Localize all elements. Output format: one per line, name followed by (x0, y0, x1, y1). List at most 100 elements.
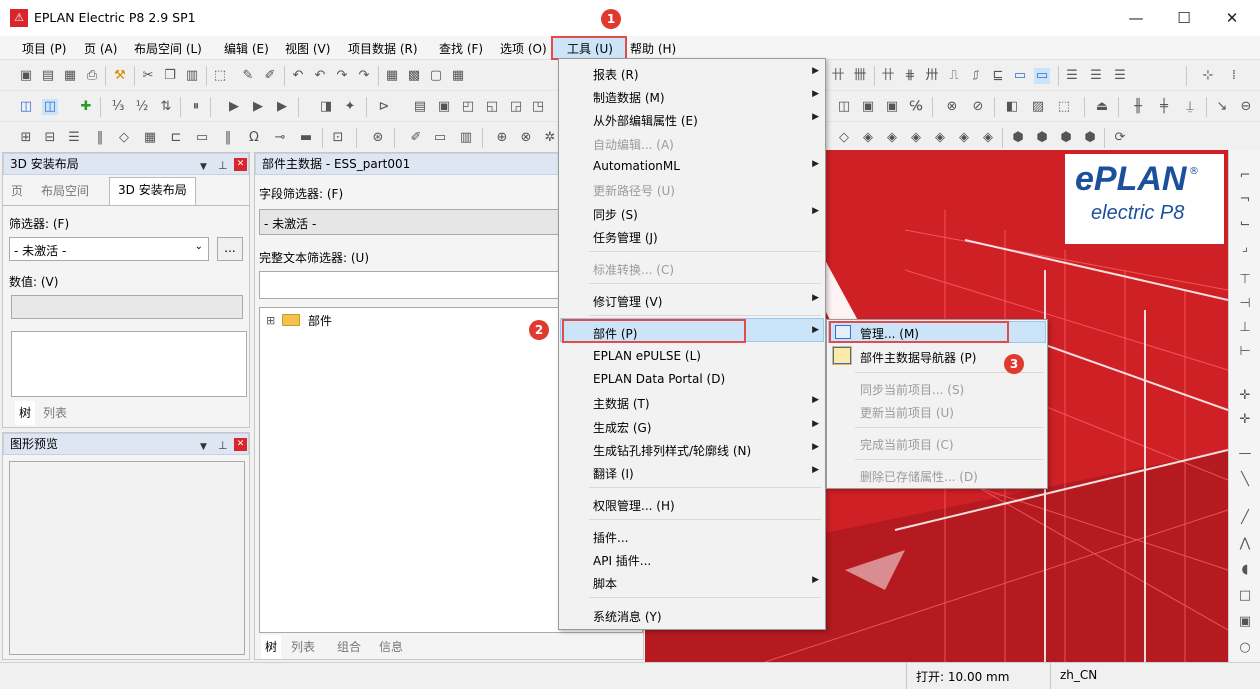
menu-item-reports[interactable]: 报表 (R) ▶ (559, 62, 825, 84)
pdf-icon[interactable]: ▭ (1012, 68, 1028, 84)
menu-item-drilling-patterns[interactable]: 生成钻孔排列样式/轮廓线 (N) ▶ (559, 438, 825, 460)
cube7-icon[interactable]: ◈ (980, 130, 996, 146)
text-icon[interactable]: ☰ (1064, 68, 1080, 84)
rect2-icon[interactable]: ▣ (1237, 614, 1253, 630)
contact-icon[interactable]: ⏸ (188, 99, 204, 115)
macro2-icon[interactable]: ▣ (436, 99, 452, 115)
busbar2-icon[interactable]: 卌 (852, 68, 868, 84)
cube4-icon[interactable]: ◈ (908, 130, 924, 146)
cube6-icon[interactable]: ◈ (956, 130, 972, 146)
parts-nav-icon[interactable]: ◫ (42, 99, 58, 115)
submenu-item-sync-project[interactable]: 同步当前项目... (S) (827, 377, 1047, 399)
cable2-icon[interactable]: ⊛ (370, 130, 386, 146)
menu-project[interactable]: 项目 (P) (22, 40, 66, 57)
menu-tools[interactable]: 工具 (U) (567, 40, 613, 57)
cross2-icon[interactable]: ✛ (1237, 412, 1253, 428)
symbol6-icon[interactable]: ▦ (142, 130, 158, 146)
cable3-icon[interactable]: ✐ (408, 130, 424, 146)
hatch-icon[interactable]: ▨ (1030, 99, 1046, 115)
snap2-icon[interactable]: ⁞ (1226, 68, 1242, 84)
tab-tree[interactable]: 树 (15, 401, 36, 425)
tab-page[interactable]: 页 (11, 179, 23, 203)
copy-icon[interactable]: ❐ (162, 68, 178, 84)
wire-icon[interactable]: ╫ (1130, 99, 1146, 115)
menu-layout-space[interactable]: 布局空间 (L) (134, 40, 202, 57)
rect-icon[interactable]: □ (1237, 588, 1253, 604)
puzzle-icon[interactable]: ✚ (78, 99, 94, 115)
tree-item-parts[interactable]: 部件 (308, 312, 332, 329)
submenu-item-manage[interactable]: 管理... (M) (827, 321, 1047, 343)
arc-icon[interactable]: ◖ (1237, 562, 1253, 578)
hex-icon[interactable]: ⬢ (1010, 130, 1026, 146)
line3-icon[interactable]: — (1237, 446, 1253, 462)
plug-icon[interactable]: ⎍ (946, 68, 962, 84)
cable8-icon[interactable]: ✲ (542, 130, 558, 146)
macro3-icon[interactable]: ◰ (460, 99, 476, 115)
resistor-icon[interactable]: Ω (246, 130, 262, 146)
panel-close-icon[interactable]: ✕ (234, 438, 247, 451)
submenu-item-update-project[interactable]: 更新当前项目 (U) (827, 400, 1047, 422)
hex3-icon[interactable]: ⬢ (1058, 130, 1074, 146)
menu-item-scripts[interactable]: 脚本 ▶ (559, 571, 825, 593)
diagonal-icon[interactable]: ╲ (1237, 472, 1253, 488)
cable6-icon[interactable]: ⊕ (494, 130, 510, 146)
link-icon[interactable]: ⊗ (944, 99, 960, 115)
menu-edit[interactable]: 编辑 (E) (224, 40, 269, 57)
menu-page[interactable]: 页 (A) (84, 40, 117, 57)
symbol8-icon[interactable]: ▭ (194, 130, 210, 146)
panel-dropdown-icon[interactable]: ▼ (200, 437, 207, 457)
menu-item-master-data[interactable]: 主数据 (T) ▶ (559, 391, 825, 413)
page-icon[interactable]: ▦ (62, 68, 78, 84)
menu-item-standard-conversion[interactable]: 标准转换... (C) (559, 257, 825, 279)
symbol7-icon[interactable]: ⊏ (168, 130, 184, 146)
menu-item-sync[interactable]: 同步 (S) ▶ (559, 202, 825, 224)
menu-item-automationml[interactable]: AutomationML ▶ (559, 155, 825, 177)
fulltext-filter-input[interactable] (259, 271, 559, 299)
minimize-button[interactable]: — (1116, 6, 1156, 30)
expand-icon[interactable]: ⊞ (266, 314, 275, 327)
pin-icon[interactable]: ⊥ (218, 436, 228, 456)
cube-icon[interactable]: ◇ (836, 130, 852, 146)
cable7-icon[interactable]: ⊗ (518, 130, 534, 146)
polyline-icon[interactable]: ⋀ (1237, 536, 1253, 552)
terminal3-icon[interactable]: 卅 (924, 68, 940, 84)
view2-icon[interactable]: ▣ (860, 99, 876, 115)
table-icon[interactable]: ▦ (450, 68, 466, 84)
snap-icon[interactable]: ⊹ (1200, 68, 1216, 84)
device4-icon[interactable]: ◨ (318, 99, 334, 115)
grid-icon[interactable]: ▦ (384, 68, 400, 84)
new-project-icon[interactable]: ▣ (18, 68, 34, 84)
tab-tree[interactable]: 树 (261, 635, 282, 659)
menu-item-eplan-epulse[interactable]: EPLAN ePULSE (L) (559, 345, 825, 367)
view3-icon[interactable]: ▣ (884, 99, 900, 115)
window-icon[interactable]: ▭ (1034, 68, 1050, 84)
hex2-icon[interactable]: ⬢ (1034, 130, 1050, 146)
menu-item-auto-edit[interactable]: 自动编辑... (A) (559, 132, 825, 154)
frame-icon[interactable]: ⬚ (1056, 99, 1072, 115)
plug3-icon[interactable]: ⊑ (990, 68, 1006, 84)
align-icon[interactable]: ⏏ (1094, 99, 1110, 115)
tab-info[interactable]: 信息 (379, 635, 403, 659)
menu-item-translate[interactable]: 翻译 (I) ▶ (559, 461, 825, 483)
diagonal2-icon[interactable]: ╱ (1237, 510, 1253, 526)
pin-icon[interactable]: ⊥ (218, 156, 228, 176)
cross-icon[interactable]: ✛ (1237, 388, 1253, 404)
tjunction4-icon[interactable]: ⊢ (1237, 344, 1253, 360)
menu-item-system-messages[interactable]: 系统消息 (Y) (559, 604, 825, 626)
menu-item-manufacturing-data[interactable]: 制造数据 (M) ▶ (559, 85, 825, 107)
menu-project-data[interactable]: 项目数据 (R) (348, 40, 418, 57)
open-project-icon[interactable]: ▤ (40, 68, 56, 84)
menu-help[interactable]: 帮助 (H) (630, 40, 676, 57)
symbol9-icon[interactable]: ‖ (220, 130, 236, 146)
macro-icon[interactable]: ▤ (412, 99, 428, 115)
cable-icon[interactable]: ⊡ (330, 130, 346, 146)
undo-icon[interactable]: ↶ (290, 68, 306, 84)
corner3-icon[interactable]: ⌙ (1237, 216, 1253, 232)
redo-icon[interactable]: ↷ (334, 68, 350, 84)
layout-tree-area[interactable] (11, 331, 247, 397)
corner2-icon[interactable]: ¬ (1237, 192, 1253, 208)
close-window-button[interactable]: ✕ (1212, 6, 1252, 30)
tab-3d-layout[interactable]: 3D 安装布局 (109, 177, 196, 205)
device5-icon[interactable]: ✦ (342, 99, 358, 115)
symbol-icon[interactable]: ⊞ (18, 130, 34, 146)
